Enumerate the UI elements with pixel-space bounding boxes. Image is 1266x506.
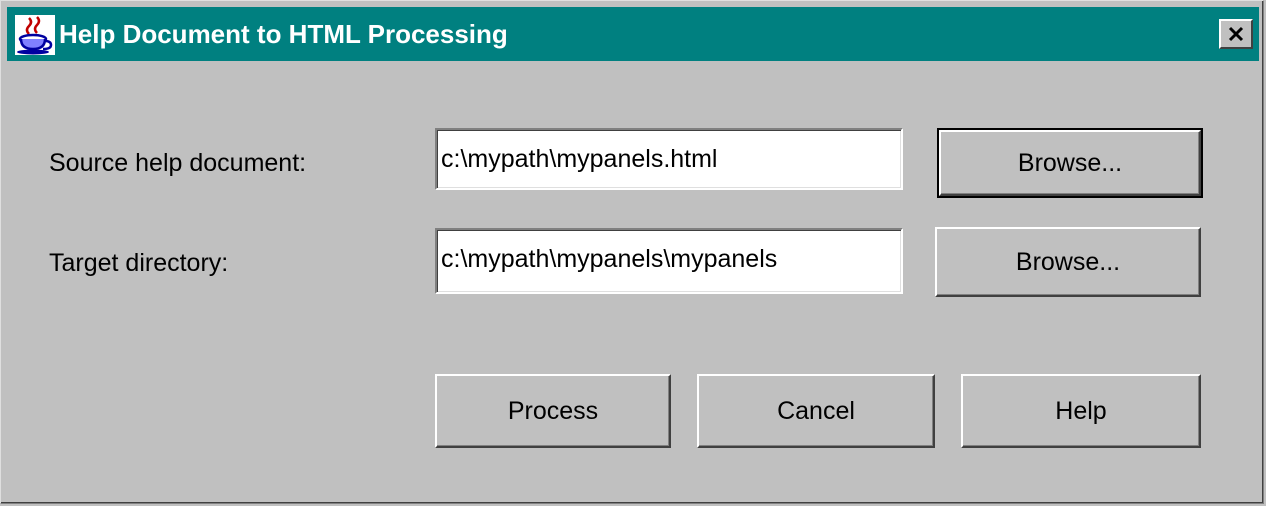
process-button[interactable]: Process bbox=[435, 374, 671, 448]
java-coffee-cup-icon[interactable] bbox=[15, 15, 55, 55]
source-document-input[interactable]: c:\mypath\mypanels.html bbox=[435, 128, 903, 190]
window-title: Help Document to HTML Processing bbox=[59, 19, 508, 49]
browse-target-button[interactable]: Browse... bbox=[935, 227, 1201, 297]
source-document-label: Source help document: bbox=[49, 149, 307, 177]
title-bar[interactable]: Help Document to HTML Processing bbox=[7, 7, 1259, 61]
target-directory-input[interactable]: c:\mypath\mypanels\mypanels bbox=[435, 228, 903, 294]
close-icon bbox=[1228, 26, 1244, 42]
cancel-button[interactable]: Cancel bbox=[697, 374, 935, 448]
browse-source-button[interactable]: Browse... bbox=[937, 128, 1203, 198]
target-directory-label: Target directory: bbox=[49, 249, 229, 277]
close-button[interactable] bbox=[1219, 19, 1253, 49]
help-button[interactable]: Help bbox=[961, 374, 1201, 448]
dialog-window: Help Document to HTML Processing Source … bbox=[0, 0, 1264, 504]
